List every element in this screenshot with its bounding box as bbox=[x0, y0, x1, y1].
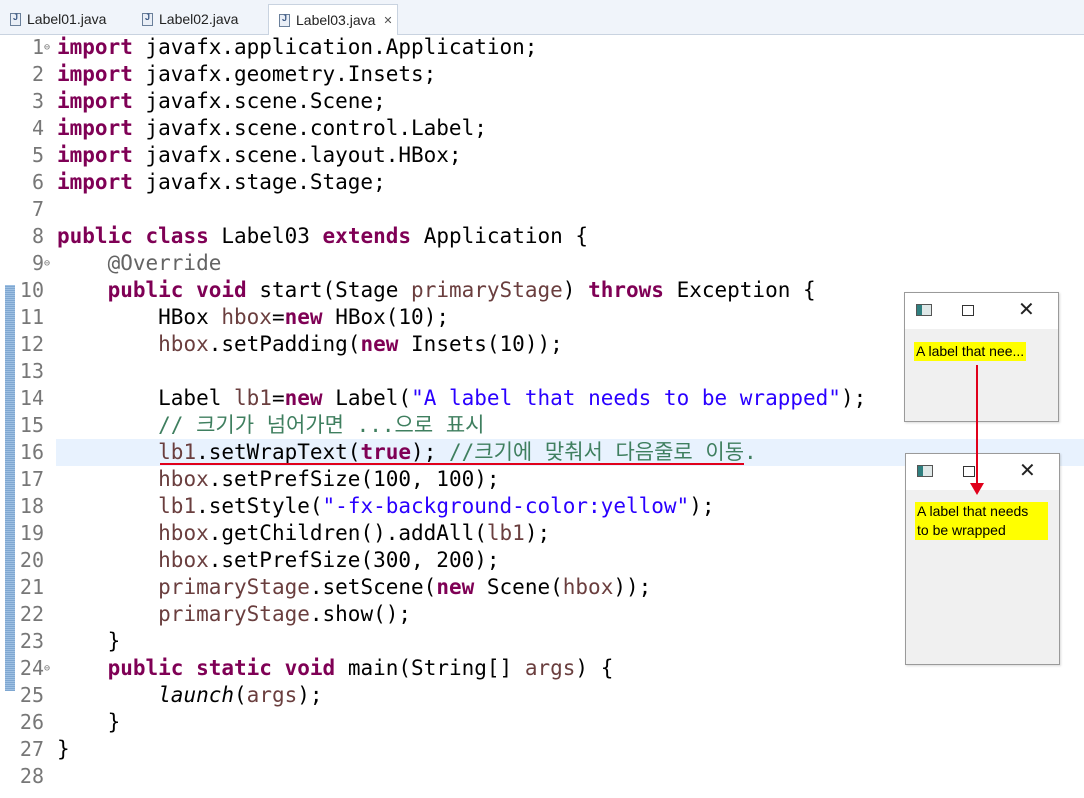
line-number: 24 bbox=[19, 656, 44, 680]
line-number: 3 bbox=[31, 89, 44, 113]
close-icon[interactable]: ✕ bbox=[1018, 299, 1035, 319]
code-line[interactable]: import javafx.scene.layout.HBox; bbox=[57, 142, 462, 169]
fold-toggle-icon[interactable]: ⊖ bbox=[44, 655, 54, 682]
line-number: 13 bbox=[19, 359, 44, 383]
code-line[interactable]: } bbox=[57, 709, 121, 736]
line-number: 25 bbox=[19, 683, 44, 707]
line-number: 18 bbox=[19, 494, 44, 518]
preview-window-truncated: ✕ A label that nee... bbox=[904, 292, 1059, 422]
tab-label03[interactable]: Label03.java ✕ bbox=[268, 4, 398, 35]
code-line[interactable]: import javafx.geometry.Insets; bbox=[57, 61, 436, 88]
line-number: 8 bbox=[31, 224, 44, 248]
tab-label: Label01.java bbox=[27, 11, 107, 27]
line-number: 23 bbox=[19, 629, 44, 653]
code-line[interactable]: launch(args); bbox=[57, 682, 322, 709]
line-number: 20 bbox=[19, 548, 44, 572]
yellow-label: A label that nee... bbox=[914, 342, 1027, 361]
code-line[interactable]: hbox.setPrefSize(100, 100); bbox=[57, 466, 499, 493]
code-line[interactable]: import javafx.scene.Scene; bbox=[57, 88, 386, 115]
java-file-icon bbox=[142, 12, 153, 26]
code-line[interactable]: import javafx.application.Application; bbox=[57, 34, 537, 61]
code-line[interactable]: hbox.setPadding(new Insets(10)); bbox=[57, 331, 563, 358]
line-number: 28 bbox=[19, 764, 44, 788]
code-line[interactable]: lb1.setWrapText(true); //크기에 맞춰서 다음줄로 이동… bbox=[57, 439, 757, 466]
maximize-icon[interactable] bbox=[962, 305, 974, 316]
tab-label01[interactable]: Label01.java bbox=[0, 4, 128, 34]
line-number: 15 bbox=[19, 413, 44, 437]
app-icon bbox=[917, 465, 933, 477]
code-line[interactable]: public static void main(String[] args) { bbox=[57, 655, 614, 682]
line-number: 26 bbox=[19, 710, 44, 734]
tab-label: Label03.java bbox=[296, 12, 376, 28]
line-number: 17 bbox=[19, 467, 44, 491]
close-icon[interactable]: ✕ bbox=[1019, 460, 1036, 480]
tab-label02[interactable]: Label02.java bbox=[132, 4, 264, 34]
line-number: 11 bbox=[19, 305, 44, 329]
line-number: 19 bbox=[19, 521, 44, 545]
code-line[interactable]: public void start(Stage primaryStage) th… bbox=[57, 277, 816, 304]
line-number: 10 bbox=[19, 278, 44, 302]
close-icon[interactable]: ✕ bbox=[383, 14, 392, 27]
window-titlebar: ✕ bbox=[905, 293, 1058, 329]
code-line[interactable]: import javafx.stage.Stage; bbox=[57, 169, 386, 196]
code-line[interactable]: // 크기가 넘어가면 ...으로 표시 bbox=[57, 412, 484, 439]
code-line[interactable]: primaryStage.setScene(new Scene(hbox)); bbox=[57, 574, 651, 601]
code-line[interactable]: hbox.setPrefSize(300, 200); bbox=[57, 547, 499, 574]
java-file-icon bbox=[279, 13, 290, 27]
fold-toggle-icon[interactable]: ⊖ bbox=[44, 34, 54, 61]
annotation-underline bbox=[160, 463, 744, 465]
arrow-head-icon bbox=[970, 483, 984, 495]
java-file-icon bbox=[10, 12, 21, 26]
line-number: 5 bbox=[31, 143, 44, 167]
editor-tab-bar: Label01.java Label02.java Label03.java ✕ bbox=[0, 0, 1084, 35]
code-line[interactable]: hbox.getChildren().addAll(lb1); bbox=[57, 520, 550, 547]
code-line[interactable]: import javafx.scene.control.Label; bbox=[57, 115, 487, 142]
line-number: 4 bbox=[31, 116, 44, 140]
line-number: 9 bbox=[31, 251, 44, 275]
maximize-icon[interactable] bbox=[963, 466, 975, 477]
line-number: 22 bbox=[19, 602, 44, 626]
annotation-arrow bbox=[976, 365, 978, 485]
label-line-1: A label that needs bbox=[917, 503, 1029, 519]
tab-label: Label02.java bbox=[159, 11, 239, 27]
fold-toggle-icon[interactable]: ⊖ bbox=[44, 250, 54, 277]
code-line[interactable]: } bbox=[57, 628, 121, 655]
yellow-label-wrapped: A label that needs to be wrapped bbox=[915, 502, 1048, 540]
line-number: 7 bbox=[31, 197, 44, 221]
code-line[interactable]: primaryStage.show(); bbox=[57, 601, 411, 628]
code-line[interactable]: } bbox=[57, 736, 70, 763]
line-number: 2 bbox=[31, 62, 44, 86]
line-number: 21 bbox=[19, 575, 44, 599]
code-line[interactable]: Label lb1=new Label("A label that needs … bbox=[57, 385, 866, 412]
line-number: 16 bbox=[19, 440, 44, 464]
app-icon bbox=[916, 304, 932, 316]
line-number: 12 bbox=[19, 332, 44, 356]
code-line[interactable]: lb1.setStyle("-fx-background-color:yello… bbox=[57, 493, 714, 520]
line-number: 27 bbox=[19, 737, 44, 761]
label-line-2: to be wrapped bbox=[917, 522, 1006, 538]
code-line[interactable]: @Override bbox=[57, 250, 222, 277]
line-number: 14 bbox=[19, 386, 44, 410]
code-line[interactable]: HBox hbox=new HBox(10); bbox=[57, 304, 449, 331]
line-number: 1 bbox=[31, 35, 44, 59]
line-number: 6 bbox=[31, 170, 44, 194]
code-line[interactable]: public class Label03 extends Application… bbox=[57, 223, 588, 250]
